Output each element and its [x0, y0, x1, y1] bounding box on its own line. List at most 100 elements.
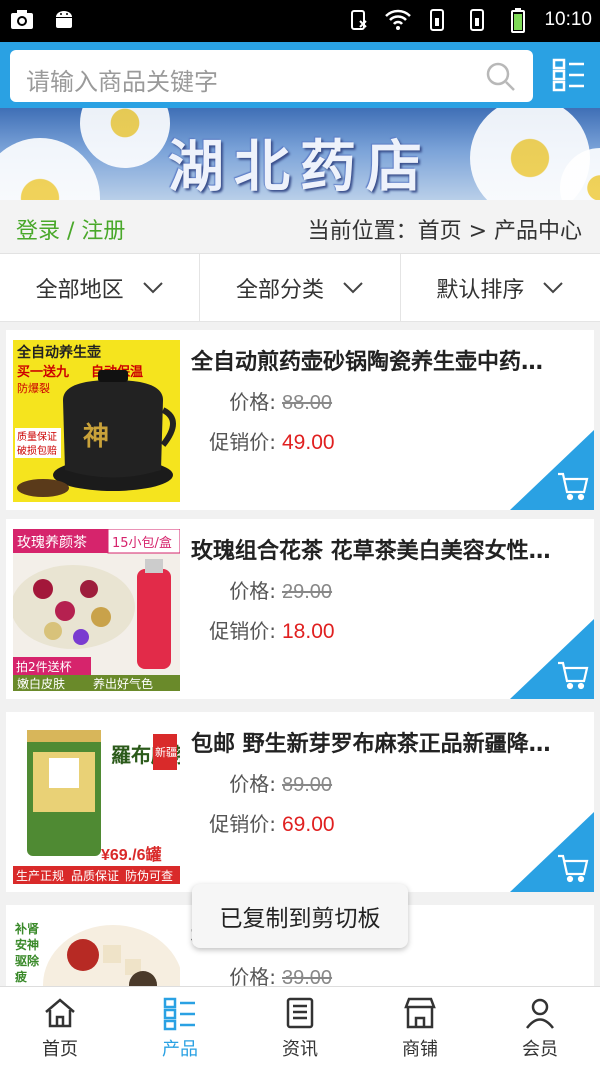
price-label: 价格:: [229, 579, 276, 603]
clock: 10:10: [544, 9, 592, 30]
nav-member-label: 会员: [522, 1039, 558, 1060]
home-icon: [45, 998, 75, 1028]
filter-category[interactable]: 全部分类: [200, 254, 401, 321]
product-card[interactable]: 全自动养生壶 买一送九 自动保温 防爆裂 神 质量保证 破损包赔 全自动煎药壶砂…: [6, 330, 594, 510]
nav-news[interactable]: 资讯: [240, 987, 360, 1067]
image-caption: 养出好气色: [93, 676, 153, 691]
search-placeholder: 请输入商品关键字: [26, 68, 218, 96]
chevron-down-icon: [543, 281, 564, 293]
image-caption: 玫瑰养颜茶: [17, 535, 87, 551]
store-icon: [404, 997, 436, 1029]
image-caption: 驱除: [15, 953, 40, 968]
news-icon: [286, 997, 314, 1029]
breadcrumb: 当前位置：首页 > 产品中心: [307, 219, 582, 244]
login-register-link[interactable]: 登录 / 注册: [16, 213, 125, 245]
promo-price: 69.00: [282, 813, 335, 836]
bottom-nav: 首页 产品 资讯 商铺 会员: [0, 986, 600, 1067]
price-row: 价格: 89.00: [210, 768, 332, 797]
list-icon: [163, 997, 195, 1031]
price-label: 价格:: [229, 772, 276, 796]
filter-region[interactable]: 全部地区: [0, 254, 201, 321]
image-caption: ¥69./6罐: [101, 845, 162, 864]
price-row: 价格: 88.00: [210, 386, 332, 415]
user-icon: [526, 998, 554, 1029]
price-label: 价格:: [229, 965, 276, 986]
filter-category-label: 全部分类: [235, 277, 324, 303]
search-input[interactable]: 请输入商品关键字: [10, 50, 533, 102]
original-price: 89.00: [282, 774, 333, 796]
promo-row: 促销价: 49.00: [190, 426, 335, 455]
original-price: 39.00: [282, 967, 333, 986]
image-caption: 品质保证: [71, 869, 119, 883]
filter-bar: 全部地区 全部分类 默认排序: [0, 254, 600, 322]
header: 请输入商品关键字: [0, 42, 600, 108]
filter-sort[interactable]: 默认排序: [401, 254, 600, 321]
image-caption: 补肾: [14, 921, 40, 936]
nav-member[interactable]: 会员: [480, 987, 600, 1067]
product-image: 补肾 安神 驱除 疲: [13, 915, 180, 986]
battery-icon: [504, 6, 532, 34]
toast-message: 已复制到剪切板: [192, 884, 408, 948]
nav-stores-label: 商铺: [402, 1039, 438, 1060]
nav-home-label: 首页: [42, 1039, 78, 1060]
original-price: 29.00: [282, 581, 333, 603]
image-caption: 安神: [15, 937, 39, 952]
sim1-icon: [424, 6, 452, 34]
image-caption: 疲: [15, 969, 27, 984]
wifi-icon: [384, 6, 412, 34]
price-row: 价格: 39.00: [210, 961, 332, 986]
product-name[interactable]: 包邮 野生新芽罗布麻茶正品新疆降…: [191, 726, 576, 758]
promo-price: 49.00: [282, 431, 335, 454]
chevron-down-icon: [343, 281, 363, 293]
image-caption: 嫩白皮肤: [17, 676, 65, 691]
image-caption: 质量保证: [17, 430, 57, 443]
category-menu-icon[interactable]: [552, 57, 586, 93]
store-banner: 湖北药店: [0, 108, 600, 200]
add-to-cart-button[interactable]: [510, 619, 594, 699]
promo-price: 18.00: [282, 620, 335, 643]
vibrate-icon: [344, 6, 372, 34]
product-image: 羅布麻茶 新疆 ¥69./6罐 生产正规 品质保证 防伪可查: [13, 722, 180, 884]
nav-home[interactable]: 首页: [0, 987, 120, 1067]
search-icon[interactable]: [485, 61, 517, 93]
image-caption: 全自动养生壶: [16, 344, 101, 361]
promo-row: 促销价: 18.00: [190, 615, 335, 644]
image-caption: 防伪可查: [125, 868, 173, 883]
breadcrumb-bar: 登录 / 注册 当前位置：首页 > 产品中心: [0, 200, 600, 254]
image-caption: 防爆裂: [17, 381, 50, 395]
screenshot-icon: [8, 6, 36, 34]
android-icon: [50, 6, 78, 34]
nav-stores[interactable]: 商铺: [360, 987, 480, 1067]
chevron-down-icon: [142, 281, 163, 293]
product-name[interactable]: 玫瑰组合花茶 花草茶美白美容女性…: [191, 533, 576, 565]
product-image: 全自动养生壶 买一送九 自动保温 防爆裂 神 质量保证 破损包赔: [13, 340, 180, 502]
image-caption: 生产正规: [16, 868, 64, 883]
price-row: 价格: 29.00: [210, 575, 332, 604]
svg-text:神: 神: [83, 422, 109, 452]
price-label: 价格:: [229, 390, 276, 414]
promo-label: 促销价:: [209, 812, 276, 836]
banner-title: 湖北药店: [168, 134, 432, 200]
add-to-cart-button[interactable]: [510, 812, 594, 892]
nav-products[interactable]: 产品: [120, 987, 240, 1067]
promo-label: 促销价:: [209, 430, 276, 454]
add-to-cart-button[interactable]: [510, 430, 594, 510]
nav-news-label: 资讯: [282, 1039, 318, 1060]
image-caption: 新疆: [155, 745, 177, 759]
nav-products-label: 产品: [162, 1039, 198, 1060]
status-bar: 10:10: [0, 0, 600, 42]
product-image: 玫瑰养颜茶 15小包/盒 拍2件送杯 嫩白皮肤 养出好气色: [13, 529, 180, 691]
product-card[interactable]: 羅布麻茶 新疆 ¥69./6罐 生产正规 品质保证 防伪可查 包邮 野生新芽罗布…: [6, 712, 594, 892]
promo-label: 促销价:: [209, 619, 276, 643]
product-card[interactable]: 玫瑰养颜茶 15小包/盒 拍2件送杯 嫩白皮肤 养出好气色 玫瑰组合花茶 花草茶…: [6, 519, 594, 699]
promo-row: 促销价: 69.00: [190, 808, 335, 837]
filter-region-label: 全部地区: [35, 277, 124, 303]
image-caption: 买一送九: [17, 364, 69, 380]
image-caption: 破损包赔: [17, 444, 57, 457]
product-name[interactable]: 全自动煎药壶砂锅陶瓷养生壶中药…: [191, 344, 576, 376]
image-caption: 拍2件送杯: [16, 659, 72, 674]
original-price: 88.00: [282, 392, 333, 414]
filter-sort-label: 默认排序: [436, 277, 525, 303]
sim2-icon: [464, 6, 492, 34]
image-caption: 15小包/盒: [112, 535, 172, 551]
